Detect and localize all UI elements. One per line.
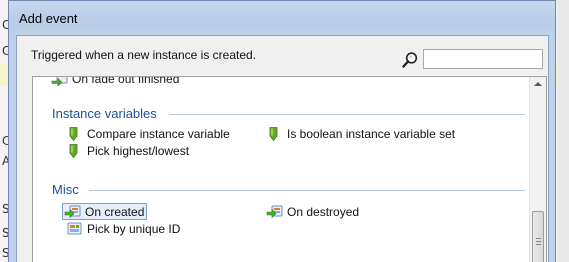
event-compare-instance-variable[interactable]: Compare instance variable	[65, 125, 232, 142]
event-sheet-arrow-icon	[266, 205, 283, 219]
green-flag-icon	[66, 143, 83, 158]
event-label: On destroyed	[287, 204, 360, 219]
list-item-partial[interactable]: On fade out finished	[51, 76, 180, 87]
event-sheet-icon	[66, 222, 83, 236]
scroll-up-arrow-icon[interactable]	[534, 82, 542, 86]
scroll-thumb[interactable]	[532, 211, 544, 262]
add-event-dialog: Add event Triggered when a new instance …	[8, 0, 556, 262]
event-list[interactable]: On fade out finished Instance variables …	[32, 76, 547, 262]
list-scrollbar[interactable]	[529, 77, 546, 262]
background-app-right	[557, 0, 569, 262]
dialog-client-area: Triggered when a new instance is created…	[16, 35, 549, 262]
event-pick-by-unique-id[interactable]: Pick by unique ID	[65, 220, 182, 237]
event-label: Is boolean instance variable set	[287, 126, 456, 141]
search-icon	[401, 51, 419, 69]
event-sheet-arrow-icon	[51, 77, 68, 87]
event-sheet-arrow-icon	[64, 205, 81, 219]
event-label: Pick by unique ID	[87, 221, 181, 236]
green-flag-icon	[66, 126, 83, 141]
thumb-grip-line	[536, 241, 541, 242]
event-on-created[interactable]: On created	[62, 203, 148, 220]
category-title-instance-variables: Instance variables	[52, 106, 157, 121]
event-label: Pick highest/lowest	[87, 143, 190, 158]
search-input[interactable]	[423, 49, 543, 69]
window-title: Add event	[19, 11, 78, 26]
event-on-destroyed[interactable]: On destroyed	[265, 203, 361, 220]
event-label: Compare instance variable	[87, 126, 230, 141]
event-pick-highest-lowest[interactable]: Pick highest/lowest	[65, 142, 191, 159]
event-label: On created	[85, 204, 145, 219]
category-divider	[89, 190, 525, 191]
event-is-boolean-instance-variable-set[interactable]: Is boolean instance variable set	[265, 125, 457, 142]
event-label: On fade out finished	[72, 76, 180, 86]
category-title-misc: Misc	[52, 182, 79, 197]
title-bar[interactable]: Add event	[9, 1, 555, 37]
thumb-grip-line	[536, 238, 541, 239]
green-flag-icon	[266, 126, 283, 141]
category-divider	[169, 114, 525, 115]
thumb-grip-line	[536, 244, 541, 245]
event-description: Triggered when a new instance is created…	[31, 48, 257, 62]
